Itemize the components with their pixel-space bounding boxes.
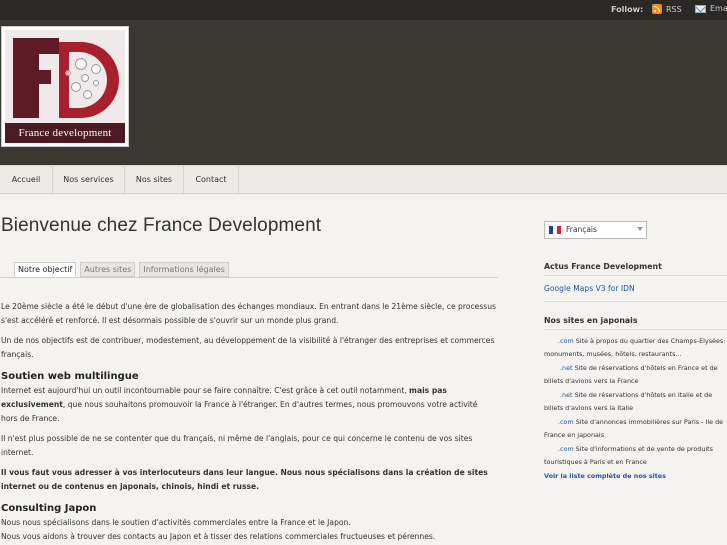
logo-bubble <box>65 70 71 76</box>
list-item: .com Site à propos du quartier des Champ… <box>544 335 727 361</box>
chevron-down-icon <box>637 227 643 231</box>
list-item: .net Site de réservations d'hôtels en Fr… <box>544 362 727 388</box>
paragraph: Le 20ème siècle a été le début d'une ère… <box>1 302 496 325</box>
main-content: Bienvenue chez France Development Notre … <box>0 194 500 545</box>
nav-item-accueil[interactable]: Accueil <box>0 166 53 193</box>
page-title: Bienvenue chez France Development <box>1 215 322 236</box>
logo-bubble <box>93 80 99 86</box>
logo-bubble <box>83 90 92 99</box>
all-sites-link[interactable]: Voir la liste complète de nos sites <box>544 470 727 483</box>
nav-item-nos-sites[interactable]: Nos sites <box>125 166 184 193</box>
paragraph: Un de nos objectifs est de contribuer, m… <box>1 336 495 359</box>
rss-icon <box>652 4 662 14</box>
divider <box>544 275 727 276</box>
follow-label: Follow: <box>611 5 644 14</box>
logo-letter-f-top <box>13 38 59 54</box>
top-bar: Follow: RSS Email <box>0 0 727 20</box>
paragraph-text: , que nous souhaitons promouvoir la Fran… <box>1 400 478 423</box>
logo-graphic: France development <box>5 30 125 143</box>
paragraph: Il n'est plus possible de ne se contente… <box>1 434 473 457</box>
rss-label: RSS <box>666 4 682 14</box>
actus-heading: Actus France Development <box>544 262 662 271</box>
site-link[interactable]: .com <box>544 418 574 426</box>
nav-item-nos-services[interactable]: Nos services <box>53 166 125 193</box>
france-flag-icon <box>549 226 561 234</box>
paragraph: Nous vous aidons à trouver des contacts … <box>1 532 436 541</box>
tab-divider <box>0 277 498 278</box>
site-logo[interactable]: France development <box>1 26 129 147</box>
language-select-value: Français <box>566 225 597 234</box>
logo-bubble <box>71 82 81 92</box>
email-icon <box>695 4 706 13</box>
email-label: Email <box>710 4 727 13</box>
actus-link[interactable]: Google Maps V3 for IDN <box>544 284 635 293</box>
paragraph: Internet est aujourd'hui un outil incont… <box>1 384 496 426</box>
tab-informations-legales[interactable]: Informations légales <box>139 262 229 277</box>
logo-text: France development <box>5 123 125 143</box>
email-link[interactable]: Email <box>695 4 727 13</box>
nav-item-contact[interactable]: Contact <box>184 166 239 193</box>
paragraph-text: Internet est aujourd'hui un outil incont… <box>1 386 410 395</box>
tab-panel: Le 20ème siècle a été le début d'une ère… <box>1 300 496 545</box>
site-link[interactable]: .com <box>544 445 574 453</box>
logo-letter-f-mid <box>13 70 51 84</box>
logo-bubble <box>81 74 89 82</box>
main-nav: Accueil Nos services Nos sites Contact <box>0 165 727 194</box>
rss-link[interactable]: RSS <box>652 4 682 14</box>
content-tabs: Notre objectif Autres sites Informations… <box>14 262 229 277</box>
sites-heading: Nos sites en japonais <box>544 316 638 325</box>
site-link[interactable]: .net <box>544 391 573 399</box>
list-item: .net Site de réservations d'hôtels en It… <box>544 389 727 415</box>
divider <box>544 301 727 302</box>
section-heading-consulting: Consulting Japon <box>1 503 97 514</box>
language-select[interactable]: Français <box>544 221 647 239</box>
divider <box>544 329 727 330</box>
paragraph-bold: Il vous faut vous adresser à vos interlo… <box>1 468 488 491</box>
section-heading-multilingue: Soutien web multilingue <box>1 371 139 382</box>
sites-list: .com Site à propos du quartier des Champ… <box>544 335 727 483</box>
paragraph: Nous nous spécialisons dans le soutien d… <box>1 518 351 527</box>
list-item: .com Site d'informations et de vente de … <box>544 443 727 469</box>
tab-notre-objectif[interactable]: Notre objectif <box>14 262 77 277</box>
site-link[interactable]: .net <box>544 364 573 372</box>
site-link[interactable]: .com <box>544 337 574 345</box>
logo-bubble <box>75 58 87 70</box>
tab-autres-sites[interactable]: Autres sites <box>80 262 136 277</box>
list-item: .com Site d'annonces immobilières sur Pa… <box>544 416 727 442</box>
logo-bubble <box>91 64 101 74</box>
